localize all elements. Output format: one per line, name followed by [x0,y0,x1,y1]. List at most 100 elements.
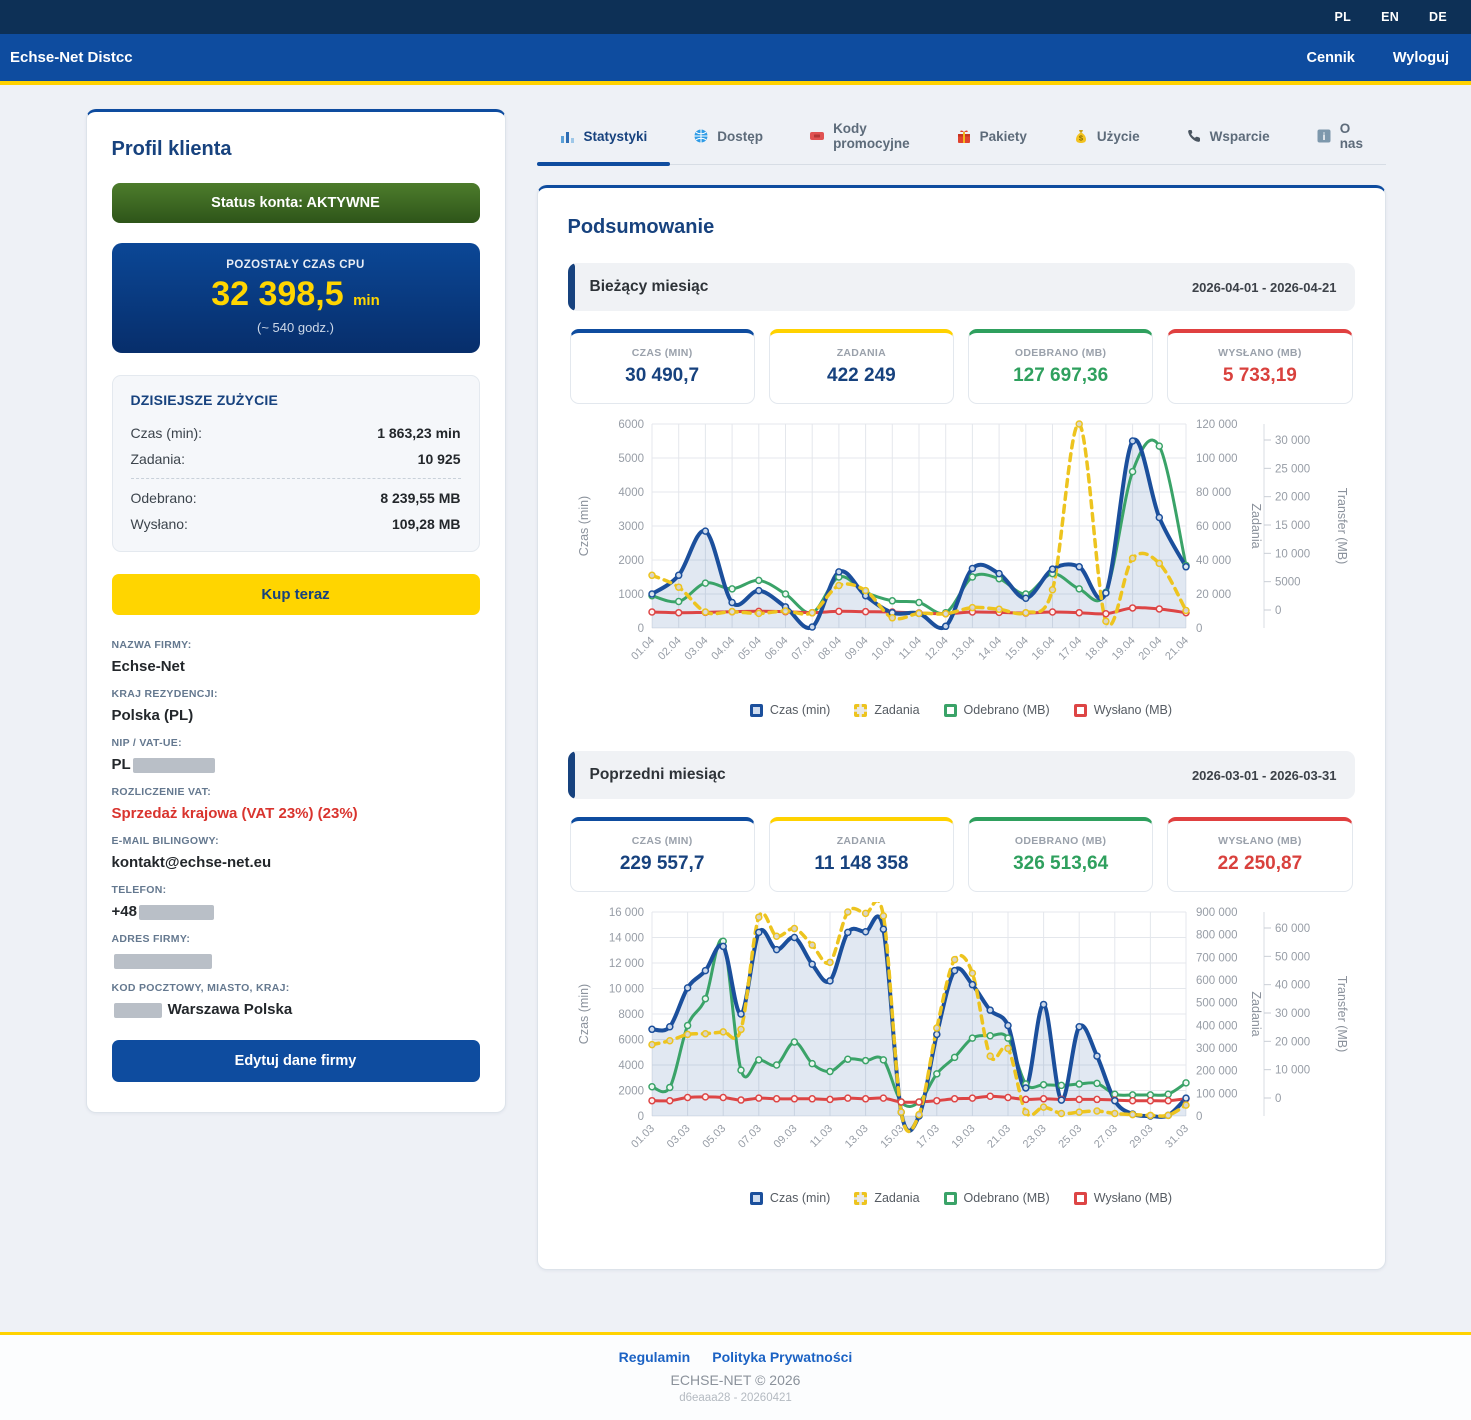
stat-label: CZAS (MIN) [631,347,693,359]
stat-card-wysłano-mb-: WYSŁANO (MB) 5 733,19 [1167,329,1353,404]
svg-text:20 000: 20 000 [1275,492,1310,504]
field-label: KOD POCZTOWY, MIASTO, KRAJ: [111,982,290,994]
svg-text:4000: 4000 [618,487,644,499]
lang-de[interactable]: DE [1429,10,1447,24]
redacted-value [132,757,215,773]
stat-value: 30 490,7 [625,365,700,386]
svg-text:10 000: 10 000 [1275,1065,1310,1077]
legend-item: Czas (min) [749,1191,830,1205]
svg-text:2000: 2000 [618,1086,644,1098]
svg-text:25.03: 25.03 [1056,1123,1084,1151]
svg-text:3000: 3000 [618,521,644,533]
globe-icon [693,128,709,144]
legend-item: Czas (min) [749,703,830,717]
stat-label: ZADANIA [836,835,887,847]
svg-text:03.03: 03.03 [664,1123,692,1151]
profile-card: Profil klienta Status konta: AKTYWNE POZ… [85,109,506,1113]
profile-title: Profil klienta [111,138,232,160]
svg-text:06.04: 06.04 [762,635,790,663]
stat-card-odebrano-mb-: ODEBRANO (MB) 127 697,36 [968,329,1154,404]
edit-company-button[interactable]: Edytuj dane firmy [111,1040,480,1082]
stat-value: 326 513,64 [1013,853,1109,874]
field-postal-city-country: KOD POCZTOWY, MIASTO, KRAJ: Warszawa Pol… [112,982,480,1018]
footer: Regulamin Polityka Prywatności ECHSE-NET … [0,1332,1471,1420]
stat-label: ODEBRANO (MB) [1014,835,1107,847]
usage-row-label: Zadania: [130,451,185,467]
svg-text:10 000: 10 000 [1275,548,1310,560]
svg-text:10.04: 10.04 [869,635,897,663]
tab-dostęp[interactable]: Dostęp [670,109,786,164]
svg-text:20.04: 20.04 [1136,635,1164,663]
legend-label: Wysłano (MB) [1093,1191,1173,1205]
lang-en[interactable]: EN [1381,10,1399,24]
svg-text:Zadania: Zadania [1249,991,1263,1036]
footer-link-regulamin[interactable]: Regulamin [619,1349,691,1365]
legend-item: Zadania [854,1191,920,1205]
svg-text:300 000: 300 000 [1196,1043,1238,1055]
svg-text:Transfer (MB): Transfer (MB) [1335,976,1349,1053]
field-residence-country: KRAJ REZYDENCJI: Polska (PL) [112,688,480,724]
lang-pl[interactable]: PL [1334,10,1351,24]
stat-label: WYSŁANO (MB) [1218,347,1302,359]
svg-text:0: 0 [1275,1093,1281,1105]
app-header: Echse-Net Distcc Cennik Wyloguj [0,34,1471,85]
cpu-remaining-label: POZOSTAŁY CZAS CPU [226,259,365,271]
stat-card-odebrano-mb-: ODEBRANO (MB) 326 513,64 [968,817,1154,892]
stat-card-zadania: ZADANIA 422 249 [768,329,954,404]
legend-label: Zadania [874,1191,920,1205]
svg-text:16.04: 16.04 [1029,635,1057,663]
tab-pakiety[interactable]: Pakiety [933,109,1050,164]
stat-value: 229 557,7 [619,853,705,874]
svg-text:29.03: 29.03 [1127,1123,1155,1151]
svg-text:17.03: 17.03 [913,1123,941,1151]
svg-text:50 000: 50 000 [1275,951,1310,963]
legend-label: Odebrano (MB) [963,703,1050,717]
field-vat-settlement: ROZLICZENIE VAT: Sprzedaż krajowa (VAT 23… [112,786,480,822]
copyright: ECHSE-NET © 2026 [670,1372,801,1388]
field-label: KRAJ REZYDENCJI: [111,688,218,700]
svg-text:Zadania: Zadania [1249,503,1263,548]
field-label: NIP / VAT-UE: [111,737,182,749]
header-link-cennik[interactable]: Cennik [1307,50,1355,66]
tab-label: Użycie [1096,128,1140,144]
field-value: +48 [112,903,480,920]
stat-value: 127 697,36 [1013,365,1109,386]
header-link-wyloguj[interactable]: Wyloguj [1393,50,1449,66]
svg-text:20 000: 20 000 [1275,1036,1310,1048]
buy-now-button[interactable]: Kup teraz [111,574,480,615]
stat-label: CZAS (MIN) [631,835,693,847]
stat-card-zadania: ZADANIA 11 148 358 [768,817,954,892]
legend-swatch [943,1191,957,1205]
tab-statystyki[interactable]: Statystyki [536,109,671,166]
svg-text:19.03: 19.03 [949,1123,977,1151]
section-date-range: 2026-04-01 - 2026-04-21 [1191,279,1337,295]
tab-label: Dostęp [717,128,764,144]
czas-legend-swatch [749,1191,763,1205]
brand[interactable]: Echse-Net Distcc [10,49,133,66]
tab-o-nas[interactable]: i O nas [1293,109,1386,164]
stat-value: 5 733,19 [1222,365,1297,386]
svg-text:15 000: 15 000 [1275,520,1310,532]
svg-text:13.03: 13.03 [842,1123,870,1151]
field-company-name: NAZWA FIRMY: Echse-Net [112,639,480,675]
svg-text:09.03: 09.03 [771,1123,799,1151]
stat-value: 422 249 [827,365,896,386]
stat-card-czas-min-: CZAS (MIN) 30 490,7 [569,329,755,404]
svg-text:05.04: 05.04 [735,635,763,663]
tab-label: Statystyki [583,128,648,144]
usage-row: Czas (min): 1 863,23 min [131,420,461,446]
svg-text:6000: 6000 [618,419,644,431]
legend-swatch [1073,703,1087,717]
chart-container: 16 000 14 000 12 000 10 000 8000 6000 4000 2000… [568,898,1355,1205]
svg-text:6000: 6000 [618,1035,644,1047]
footer-link-polityka-prywatności[interactable]: Polityka Prywatności [712,1349,852,1365]
tab-użycie[interactable]: $ Użycie [1050,109,1163,164]
tab-wsparcie[interactable]: Wsparcie [1163,109,1293,164]
page-title: Podsumowanie [567,216,715,238]
account-status-badge: Status konta: AKTYWNE [111,183,480,223]
info-icon: i [1316,128,1332,144]
svg-text:120 000: 120 000 [1196,419,1238,431]
section-title: Poprzedni miesiąc [589,766,726,783]
tab-kody-promocyjne[interactable]: Kody promocyjne [786,109,933,164]
svg-text:0: 0 [1196,623,1202,635]
